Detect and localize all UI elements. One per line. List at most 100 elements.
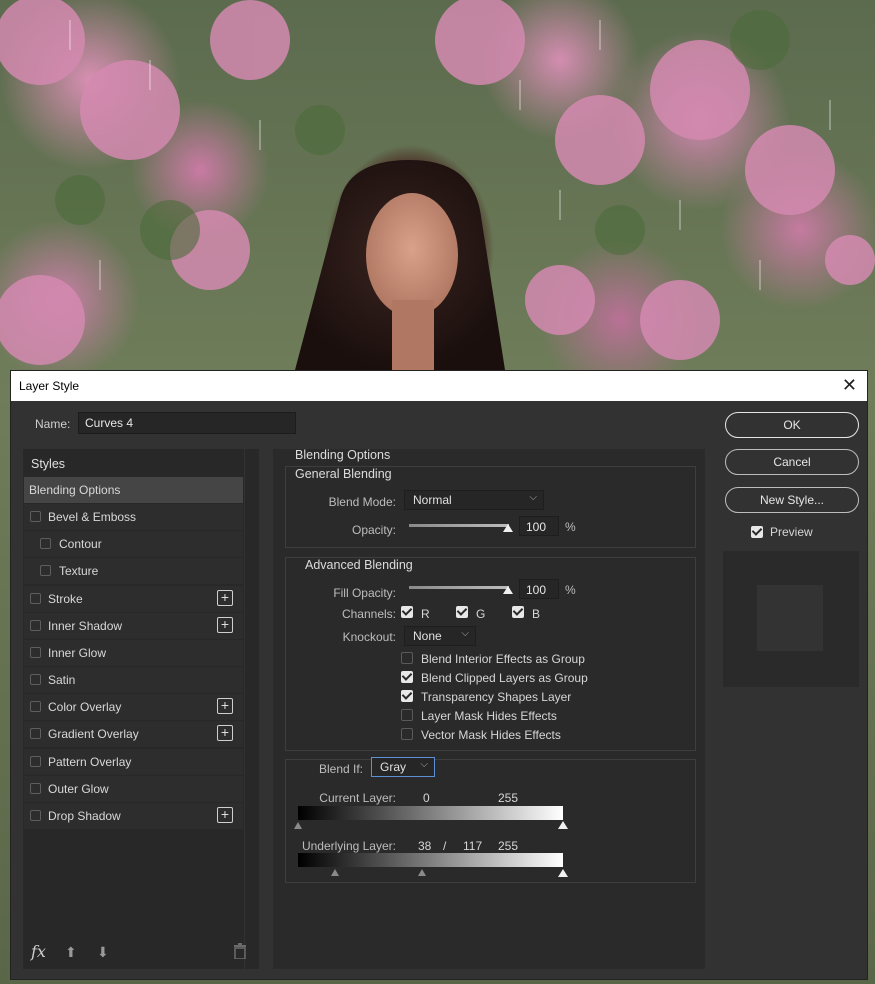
cancel-button[interactable]: Cancel: [725, 449, 859, 475]
style-checkbox[interactable]: [40, 565, 51, 577]
vector-mask-label: Vector Mask Hides Effects: [421, 728, 561, 742]
style-item-texture[interactable]: Texture: [24, 558, 243, 585]
style-checkbox[interactable]: [40, 538, 51, 550]
current-layer-label: Current Layer:: [319, 791, 396, 805]
style-item-label: Inner Glow: [48, 645, 107, 660]
style-item-satin[interactable]: Satin: [24, 667, 243, 694]
transparency-shapes-label: Transparency Shapes Layer: [421, 690, 572, 704]
style-item-label: Inner Shadow: [48, 618, 123, 633]
style-item-bevel-emboss[interactable]: Bevel & Emboss: [24, 504, 243, 531]
current-layer-white-slider[interactable]: [558, 821, 568, 829]
chevron-down-icon: ⌵: [420, 759, 428, 770]
opacity-slider[interactable]: [409, 524, 509, 527]
style-item-drop-shadow[interactable]: Drop Shadow +: [24, 802, 243, 829]
underlying-layer-gradient: [298, 853, 563, 867]
style-item-inner-shadow[interactable]: Inner Shadow +: [24, 612, 243, 639]
current-layer-black-slider[interactable]: [294, 822, 302, 829]
style-item-color-overlay[interactable]: Color Overlay +: [24, 694, 243, 721]
styles-heading[interactable]: Styles: [31, 457, 65, 471]
name-input[interactable]: Curves 4: [78, 412, 296, 434]
blend-interior-checkbox[interactable]: [401, 652, 413, 664]
add-effect-icon[interactable]: +: [217, 806, 233, 823]
styles-scrollbar[interactable]: [245, 449, 259, 969]
channels-label: Channels:: [341, 607, 396, 621]
style-item-label: Texture: [59, 564, 99, 579]
move-up-icon[interactable]: ⬆: [65, 944, 77, 961]
fill-opacity-label: Fill Opacity:: [333, 586, 396, 600]
blend-if-select[interactable]: Gray ⌵: [371, 757, 435, 777]
trash-icon[interactable]: [233, 943, 247, 959]
style-item-label: Color Overlay: [48, 700, 122, 715]
style-checkbox[interactable]: [30, 619, 41, 631]
style-checkbox[interactable]: [30, 646, 41, 658]
channel-g-label: G: [476, 607, 486, 621]
style-checkbox[interactable]: [30, 674, 41, 686]
underlying-layer-label: Underlying Layer:: [301, 839, 396, 853]
preview-checkbox[interactable]: [751, 526, 763, 538]
underlying-high: 255: [498, 839, 519, 853]
style-checkbox[interactable]: [30, 511, 41, 523]
style-item-stroke[interactable]: Stroke +: [24, 585, 243, 612]
add-effect-icon[interactable]: +: [217, 616, 233, 633]
style-checkbox[interactable]: [30, 809, 41, 821]
channel-r-label: R: [421, 607, 430, 621]
blend-clipped-checkbox[interactable]: [401, 671, 413, 683]
underlying-black-slider-right[interactable]: [418, 869, 426, 876]
fill-opacity-input[interactable]: 100: [519, 579, 559, 599]
ok-button[interactable]: OK: [725, 412, 859, 438]
fill-opacity-slider[interactable]: [409, 586, 509, 589]
add-effect-icon[interactable]: +: [217, 698, 233, 715]
style-item-label: Bevel & Emboss: [48, 510, 137, 525]
fill-opacity-slider-thumb[interactable]: [503, 586, 513, 594]
style-checkbox[interactable]: [30, 592, 41, 604]
style-checkbox[interactable]: [30, 701, 41, 713]
style-item-contour[interactable]: Contour: [24, 531, 243, 558]
channel-r-checkbox[interactable]: [401, 606, 413, 618]
close-icon[interactable]: ✕: [842, 375, 857, 395]
channel-g-checkbox[interactable]: [456, 606, 468, 618]
style-item-outer-glow[interactable]: Outer Glow: [24, 775, 243, 802]
blend-if-label: Blend If:: [318, 762, 363, 776]
style-item-inner-glow[interactable]: Inner Glow: [24, 639, 243, 666]
style-item-label: Stroke: [48, 591, 83, 606]
blend-interior-label: Blend Interior Effects as Group: [421, 652, 585, 666]
layer-mask-checkbox[interactable]: [401, 709, 413, 721]
style-preview: [723, 551, 859, 687]
current-layer-low: 0: [423, 791, 430, 805]
new-style-button[interactable]: New Style...: [725, 487, 859, 513]
underlying-sep: /: [443, 839, 447, 853]
style-item-gradient-overlay[interactable]: Gradient Overlay +: [24, 721, 243, 748]
vector-mask-checkbox[interactable]: [401, 728, 413, 740]
add-effect-icon[interactable]: +: [217, 725, 233, 742]
opacity-input[interactable]: 100: [519, 516, 559, 536]
transparency-shapes-checkbox[interactable]: [401, 690, 413, 702]
dialog-titlebar[interactable]: Layer Style ✕: [11, 371, 867, 401]
style-checkbox[interactable]: [30, 782, 41, 794]
style-item-label: Blending Options: [29, 483, 121, 497]
style-checkbox[interactable]: [30, 728, 41, 740]
dialog-title: Layer Style: [19, 379, 80, 393]
channel-b-checkbox[interactable]: [512, 606, 524, 618]
add-effect-icon[interactable]: +: [217, 589, 233, 606]
chevron-down-icon: ⌵: [461, 628, 469, 639]
style-checkbox[interactable]: [30, 755, 41, 767]
knockout-select[interactable]: None ⌵: [404, 626, 476, 646]
style-item-blending-options[interactable]: Blending Options: [24, 477, 243, 503]
channel-b-label: B: [532, 607, 541, 621]
blend-clipped-label: Blend Clipped Layers as Group: [421, 671, 588, 685]
style-item-label: Satin: [48, 673, 76, 688]
underlying-white-slider[interactable]: [558, 869, 568, 877]
style-item-label: Gradient Overlay: [48, 727, 139, 742]
style-item-pattern-overlay[interactable]: Pattern Overlay: [24, 748, 243, 775]
opacity-slider-thumb[interactable]: [503, 524, 513, 532]
fill-opacity-unit: %: [565, 583, 576, 597]
move-down-icon[interactable]: ⬇: [97, 944, 109, 961]
general-blending-title: General Blending: [295, 467, 392, 481]
blend-mode-select[interactable]: Normal ⌵: [404, 490, 544, 510]
style-item-label: Pattern Overlay: [48, 754, 132, 769]
fx-icon[interactable]: fx: [31, 942, 46, 961]
layer-style-dialog: Layer Style ✕ Name: Curves 4 Styles fx ⬆…: [10, 370, 868, 980]
chevron-down-icon: ⌵: [529, 492, 537, 503]
underlying-black-slider-left[interactable]: [331, 869, 339, 876]
current-layer-gradient: [298, 806, 563, 820]
